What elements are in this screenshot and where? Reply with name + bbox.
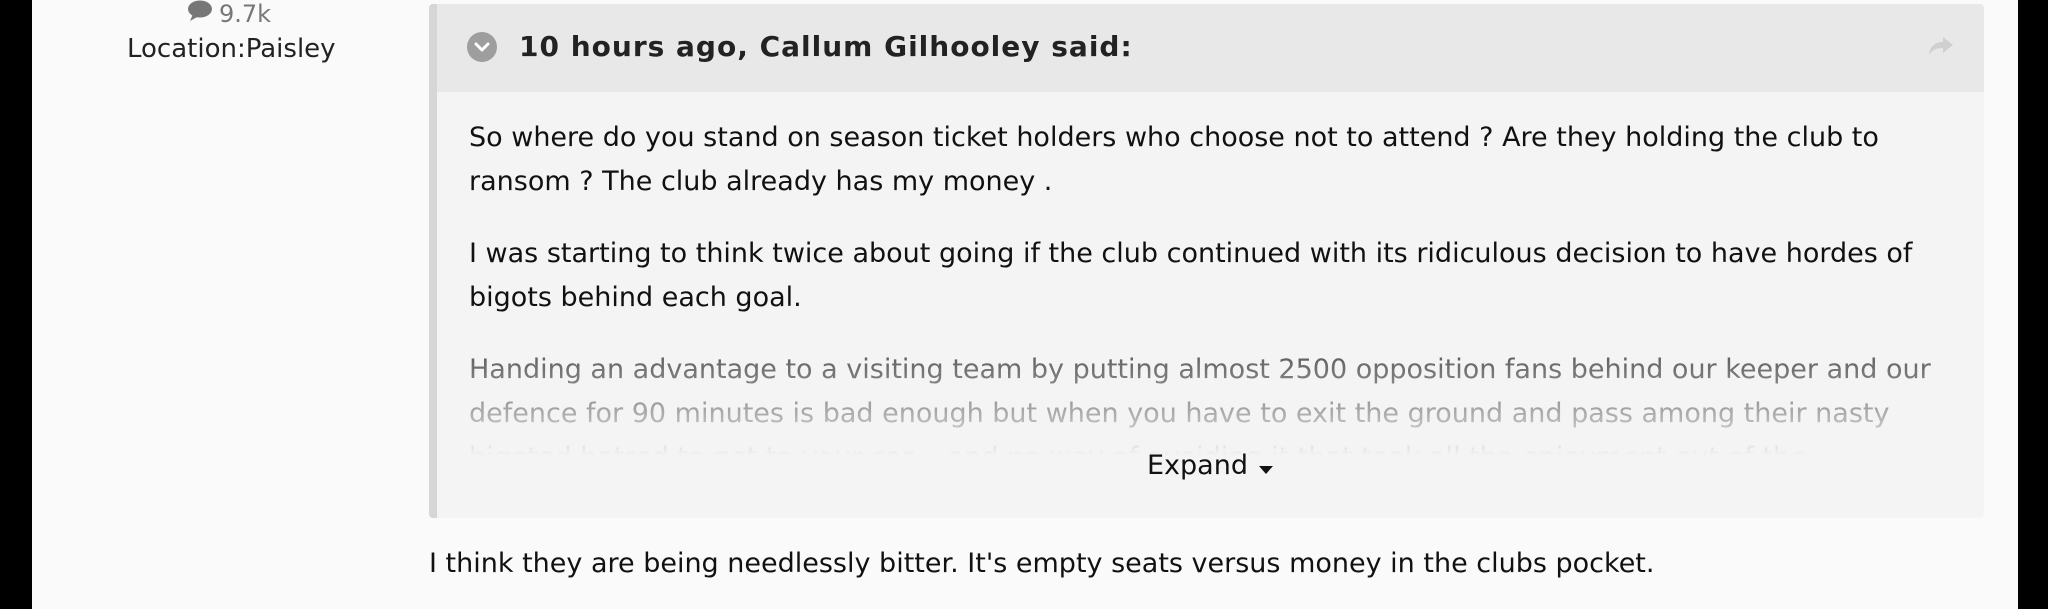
post-content: I think they are being needlessly bitter… <box>429 548 1655 579</box>
author-info: 9.7k Location:Paisley <box>32 0 428 609</box>
share-arrow-icon[interactable] <box>1928 36 1954 60</box>
author-location: Location:Paisley <box>127 34 336 64</box>
expand-label: Expand <box>1147 450 1248 481</box>
caret-down-icon <box>1258 451 1274 482</box>
quote-citation[interactable]: 10 hours ago, Callum Gilhooley said: <box>519 30 1133 63</box>
quote-body: So where do you stand on season ticket h… <box>469 116 1954 496</box>
quote-block: 10 hours ago, Callum Gilhooley said: So … <box>429 4 1984 518</box>
forum-post: 9.7k Location:Paisley 10 hours ago, Call… <box>32 0 2018 609</box>
quote-paragraph: I was starting to think twice about goin… <box>469 238 1913 313</box>
chevron-down-circle-icon[interactable] <box>467 32 497 62</box>
speech-bubble-icon <box>187 0 219 28</box>
post-count: 9.7k <box>187 0 271 28</box>
post-count-value: 9.7k <box>219 0 272 28</box>
quote-header: 10 hours ago, Callum Gilhooley said: <box>437 4 1984 92</box>
expand-button[interactable]: Expand <box>437 450 1984 482</box>
quote-paragraph: So where do you stand on season ticket h… <box>469 122 1879 197</box>
